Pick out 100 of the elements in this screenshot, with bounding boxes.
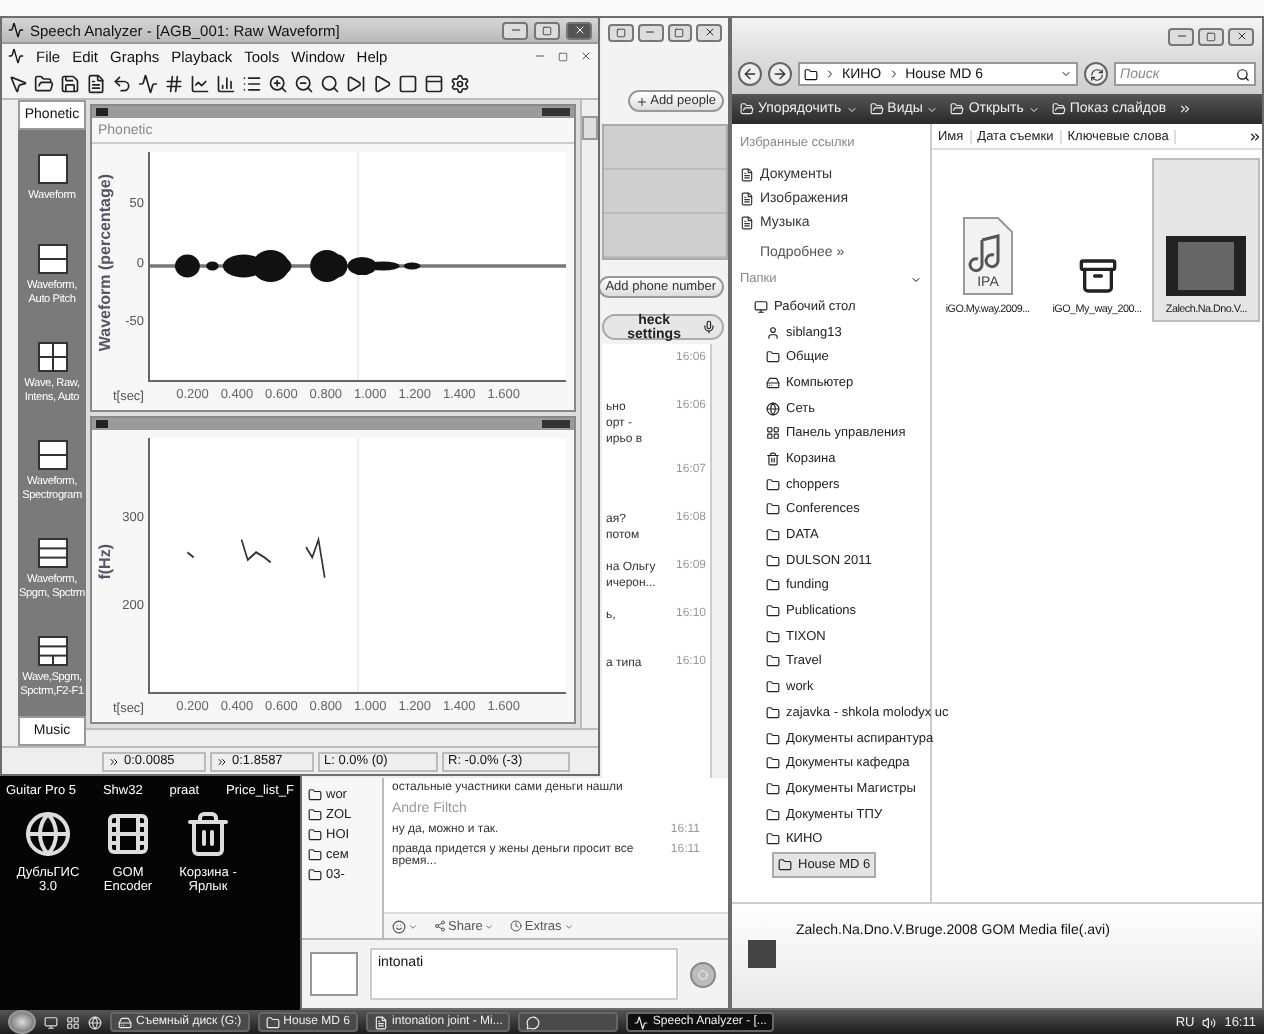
maximize-icon	[1206, 31, 1216, 41]
cursor-icon[interactable]	[8, 73, 28, 93]
scrollbar[interactable]	[86, 728, 598, 746]
network-icon	[766, 401, 780, 416]
taskbar-button[interactable]	[518, 1012, 619, 1032]
window-button[interactable]	[608, 23, 634, 41]
film-reel-icon	[104, 810, 152, 858]
folder-icon	[766, 350, 780, 365]
participants-panel	[602, 124, 728, 260]
caret-icon	[1027, 103, 1040, 115]
more-columns-icon[interactable]	[1248, 129, 1262, 143]
panel-icon[interactable]	[424, 73, 444, 93]
save-icon[interactable]	[60, 73, 80, 93]
folder-icon	[766, 680, 780, 695]
layout-icon	[37, 153, 67, 184]
folder-icon	[766, 832, 780, 847]
folder-icon	[766, 578, 780, 593]
minimize-button[interactable]	[502, 21, 528, 39]
maximize-icon	[558, 51, 568, 61]
close-icon	[703, 26, 716, 38]
send-button[interactable]	[690, 961, 716, 987]
waveform-icon[interactable]	[138, 73, 158, 93]
trash-icon	[766, 451, 780, 466]
share-icon	[434, 920, 446, 932]
folder-icon	[766, 629, 780, 644]
caret-icon	[563, 921, 574, 931]
skip-forward-icon[interactable]	[346, 73, 366, 93]
waveform-icon	[634, 1015, 649, 1029]
bar-chart-icon[interactable]	[216, 73, 236, 93]
close-button[interactable]	[1228, 27, 1254, 45]
pitch-contour-drawing	[186, 538, 326, 579]
caret-icon	[484, 921, 495, 931]
refresh-icon	[1089, 67, 1103, 81]
more-icon[interactable]	[1178, 102, 1193, 116]
zoom-in-icon[interactable]	[268, 73, 288, 93]
emoticon-button[interactable]	[392, 919, 418, 933]
caret-icon	[845, 103, 858, 115]
search-icon[interactable]	[320, 73, 340, 93]
volume-icon[interactable]	[1202, 1015, 1217, 1029]
user-icon	[766, 325, 780, 340]
folder-icon	[766, 553, 780, 568]
restore-button[interactable]	[558, 51, 568, 61]
desktop-icon[interactable]	[44, 1015, 58, 1029]
video-thumbnail	[748, 940, 776, 968]
close-icon	[580, 50, 592, 62]
video-thumbnail	[1166, 236, 1247, 296]
close-button[interactable]	[580, 50, 592, 62]
archive-icon	[1077, 256, 1117, 296]
grid-icon[interactable]	[164, 73, 184, 93]
window-switch-icon[interactable]	[66, 1015, 80, 1029]
chat-bubble-icon	[526, 1015, 541, 1029]
cursor-marker-icon	[216, 755, 228, 767]
zoom-out-icon[interactable]	[294, 73, 314, 93]
folder-icon	[869, 102, 884, 116]
maximize-button[interactable]	[1198, 27, 1224, 45]
maximize-icon	[615, 27, 626, 37]
scrollbar[interactable]	[710, 344, 728, 778]
start-button[interactable]	[8, 1010, 36, 1034]
globe-icon	[24, 810, 72, 858]
folder-icon	[766, 781, 780, 796]
line-chart-icon[interactable]	[190, 73, 210, 93]
collapse-icon[interactable]	[910, 273, 922, 285]
minimize-button[interactable]	[1168, 27, 1194, 45]
stop-icon[interactable]	[398, 73, 418, 93]
play-icon[interactable]	[372, 73, 392, 93]
maximize-button[interactable]	[534, 21, 560, 39]
list-icon[interactable]	[242, 73, 262, 93]
settings-icon[interactable]	[450, 73, 470, 93]
folder-icon	[766, 502, 780, 517]
control-panel-icon	[766, 426, 780, 441]
close-button[interactable]	[566, 21, 592, 39]
back-arrow-icon	[742, 66, 758, 82]
undo-icon[interactable]	[112, 73, 132, 93]
folder-icon	[766, 477, 780, 492]
folder-icon	[766, 705, 780, 720]
circle-icon	[698, 969, 708, 979]
forward-button[interactable]	[768, 62, 792, 86]
scrollbar[interactable]	[580, 100, 598, 728]
caret-icon	[408, 921, 418, 931]
drive-icon	[118, 1015, 132, 1029]
caret-icon	[926, 103, 939, 115]
close-icon	[1235, 30, 1247, 42]
folder-icon[interactable]	[34, 73, 54, 93]
refresh-button[interactable]	[1084, 62, 1108, 86]
folder-icon	[308, 808, 322, 822]
clock-icon	[510, 920, 523, 932]
maximize-button[interactable]	[667, 23, 693, 41]
globe-icon[interactable]	[88, 1015, 102, 1029]
file-thumbnail	[310, 952, 358, 996]
close-button[interactable]	[696, 23, 722, 41]
back-button[interactable]	[738, 62, 762, 86]
folder-icon	[740, 102, 754, 116]
layout-icon	[37, 244, 67, 275]
app-icon	[8, 22, 24, 38]
folder-icon	[950, 102, 965, 116]
trash-icon	[184, 810, 232, 858]
breadcrumb-separator-icon	[887, 68, 900, 80]
search-icon	[1236, 67, 1250, 81]
minimize-icon	[644, 26, 657, 38]
minimize-button[interactable]	[637, 23, 663, 41]
